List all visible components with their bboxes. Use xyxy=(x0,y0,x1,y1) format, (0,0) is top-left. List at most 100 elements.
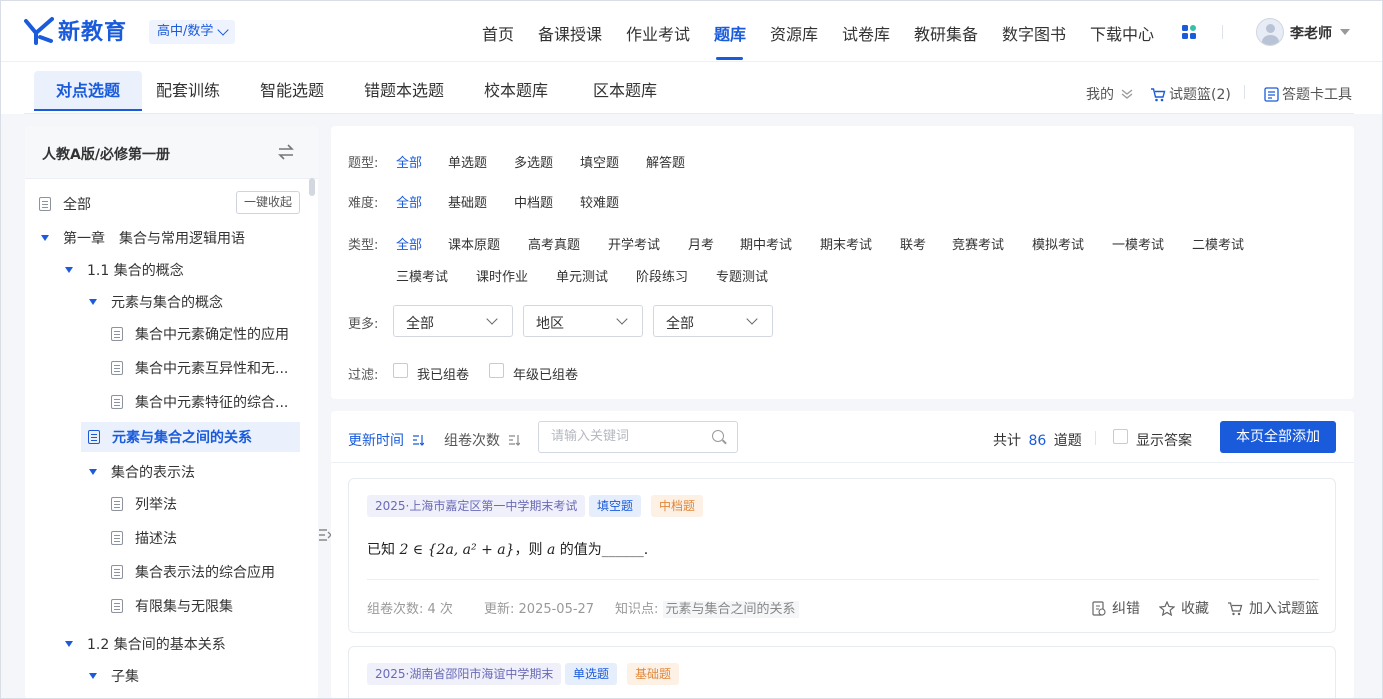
knowledge-point-tag[interactable]: 元素与集合之间的关系 xyxy=(662,601,799,618)
tree-item-leaf[interactable]: 列举法 xyxy=(111,494,177,514)
show-answer-checkbox[interactable] xyxy=(1113,429,1128,444)
answer-card-tool[interactable]: 答题卡工具 xyxy=(1264,84,1352,104)
qtype-option[interactable]: 解答题 xyxy=(646,152,685,171)
qtype-option[interactable]: 全部 xyxy=(396,152,422,171)
add-all-button[interactable]: 本页全部添加 xyxy=(1220,421,1336,453)
category-option[interactable]: 模拟考试 xyxy=(1032,234,1084,253)
question-math: 2 ∈ {2a, a² + a} xyxy=(399,542,515,558)
difficulty-option[interactable]: 较难题 xyxy=(580,192,619,211)
tree-item-chapter[interactable]: 第一章 集合与常用逻辑用语 xyxy=(41,228,245,248)
category-option[interactable]: 联考 xyxy=(900,234,926,253)
tree-item-leaf[interactable]: 集合中元素互异性和无... xyxy=(111,358,288,378)
qtype-option[interactable]: 多选题 xyxy=(514,152,553,171)
nav-homework-exam[interactable]: 作业考试 xyxy=(626,21,690,45)
my-composed-label[interactable]: 我已组卷 xyxy=(417,364,469,383)
category-option[interactable]: 高考真题 xyxy=(528,234,580,253)
grade-composed-label[interactable]: 年级已组卷 xyxy=(513,364,578,383)
category-option[interactable]: 单元测试 xyxy=(556,266,608,285)
chevron-down-icon xyxy=(486,313,498,325)
tree-item-leaf[interactable]: 集合中元素特征的综合... xyxy=(111,392,288,412)
report-error-button[interactable]: 纠错 xyxy=(1091,598,1140,618)
difficulty-option[interactable]: 中档题 xyxy=(514,192,553,211)
category-option[interactable]: 二模考试 xyxy=(1192,234,1244,253)
year-select[interactable]: 全部 xyxy=(653,305,773,337)
compose-count: 组卷次数: 4 次 xyxy=(367,602,453,617)
caret-down-icon xyxy=(65,267,73,273)
caret-down-icon[interactable] xyxy=(1340,29,1350,35)
tree-item-leaf[interactable]: 有限集与无限集 xyxy=(111,596,233,616)
difficulty-option[interactable]: 全部 xyxy=(396,192,422,211)
avatar[interactable] xyxy=(1256,18,1284,46)
update-date: 更新: 2025-05-27 xyxy=(484,602,595,617)
swap-icon[interactable] xyxy=(277,144,295,160)
username[interactable]: 李老师 xyxy=(1290,23,1332,43)
region-select[interactable]: 地区 xyxy=(523,305,643,337)
add-to-basket-button[interactable]: 加入试题篮 xyxy=(1227,598,1319,618)
sidebar-header: 人教A版/必修第一册 xyxy=(25,126,318,179)
nav-research[interactable]: 教研集备 xyxy=(914,21,978,45)
tree-item-section[interactable]: 1.1 集合的概念 xyxy=(65,260,184,280)
category-option[interactable]: 期中考试 xyxy=(740,234,792,253)
category-option[interactable]: 竞赛考试 xyxy=(952,234,1004,253)
edition-select[interactable]: 全部 xyxy=(393,305,513,337)
nav-lesson-prep[interactable]: 备课授课 xyxy=(538,21,602,45)
chevron-down-icon xyxy=(746,313,758,325)
category-option[interactable]: 全部 xyxy=(396,234,422,253)
keyword-search[interactable] xyxy=(538,421,738,453)
knowledge-point: 知识点: 元素与集合之间的关系 xyxy=(615,598,799,618)
nav-digital-books[interactable]: 数字图书 xyxy=(1002,21,1066,45)
grade-composed-checkbox[interactable] xyxy=(489,363,504,378)
tree-item-selected[interactable]: 元素与集合之间的关系 xyxy=(81,422,300,452)
search-icon[interactable] xyxy=(712,430,724,442)
nav-paper-bank[interactable]: 试卷库 xyxy=(842,21,890,45)
logo[interactable]: 新教育 xyxy=(24,14,127,46)
category-option[interactable]: 一模考试 xyxy=(1112,234,1164,253)
sort-by-time[interactable]: 更新时间 xyxy=(348,430,424,450)
document-icon xyxy=(111,327,123,341)
tree-item-all[interactable]: 全部 xyxy=(39,194,91,214)
my-dropdown[interactable]: 我的 xyxy=(1086,84,1134,104)
collapse-all-button[interactable]: 一键收起 xyxy=(236,191,300,214)
my-composed-checkbox[interactable] xyxy=(393,363,408,378)
nav-question-bank[interactable]: 题库 xyxy=(714,21,746,45)
textbook-title: 人教A版/必修第一册 xyxy=(42,147,170,163)
category-option[interactable]: 期末考试 xyxy=(820,234,872,253)
difficulty-option[interactable]: 基础题 xyxy=(448,192,487,211)
tree-item-leaf[interactable]: 集合表示法的综合应用 xyxy=(111,562,275,582)
more-label: 更多: xyxy=(348,317,379,332)
category-option[interactable]: 课时作业 xyxy=(476,266,528,285)
tab-smart-selection[interactable]: 智能选题 xyxy=(260,71,324,111)
category-option[interactable]: 课本原题 xyxy=(448,234,500,253)
category-option[interactable]: 月考 xyxy=(688,234,714,253)
category-option[interactable]: 专题测试 xyxy=(716,266,768,285)
qtype-option[interactable]: 填空题 xyxy=(580,152,619,171)
chevron-down-icon xyxy=(616,313,628,325)
tree-item-leaf[interactable]: 集合中元素确定性的应用 xyxy=(111,324,289,344)
category-option[interactable]: 三模考试 xyxy=(396,266,448,285)
category-option[interactable]: 阶段练习 xyxy=(636,266,688,285)
favorite-button[interactable]: 收藏 xyxy=(1159,598,1209,618)
scrollbar[interactable] xyxy=(309,178,315,196)
tab-school-bank[interactable]: 校本题库 xyxy=(484,71,548,111)
grade-subject-selector[interactable]: 高中/数学 xyxy=(149,20,236,44)
apps-grid-icon[interactable] xyxy=(1182,25,1197,40)
nav-download-center[interactable]: 下载中心 xyxy=(1090,21,1154,45)
tree-item-topic[interactable]: 元素与集合的概念 xyxy=(89,292,223,312)
category-option[interactable]: 开学考试 xyxy=(608,234,660,253)
tree-item-leaf[interactable]: 描述法 xyxy=(111,528,177,548)
question-basket[interactable]: 试题篮(2) xyxy=(1150,84,1231,104)
sort-by-count[interactable]: 组卷次数 xyxy=(444,430,520,450)
tree-item-section[interactable]: 1.2 集合间的基本关系 xyxy=(65,634,226,654)
tab-targeted-selection[interactable]: 对点选题 xyxy=(34,71,142,111)
question-stem[interactable]: 已知 2 ∈ {2a, a² + a}，则 a 的值为______. xyxy=(367,539,648,559)
tab-wrong-question-selection[interactable]: 错题本选题 xyxy=(364,71,444,111)
tab-district-bank[interactable]: 区本题库 xyxy=(593,71,657,111)
search-input[interactable] xyxy=(551,429,701,444)
show-answer-label[interactable]: 显示答案 xyxy=(1136,430,1192,450)
nav-resources[interactable]: 资源库 xyxy=(770,21,818,45)
nav-home[interactable]: 首页 xyxy=(482,21,514,45)
tree-item-topic[interactable]: 子集 xyxy=(89,666,139,686)
qtype-option[interactable]: 单选题 xyxy=(448,152,487,171)
tab-matching-training[interactable]: 配套训练 xyxy=(156,71,220,111)
tree-item-topic[interactable]: 集合的表示法 xyxy=(89,462,195,482)
